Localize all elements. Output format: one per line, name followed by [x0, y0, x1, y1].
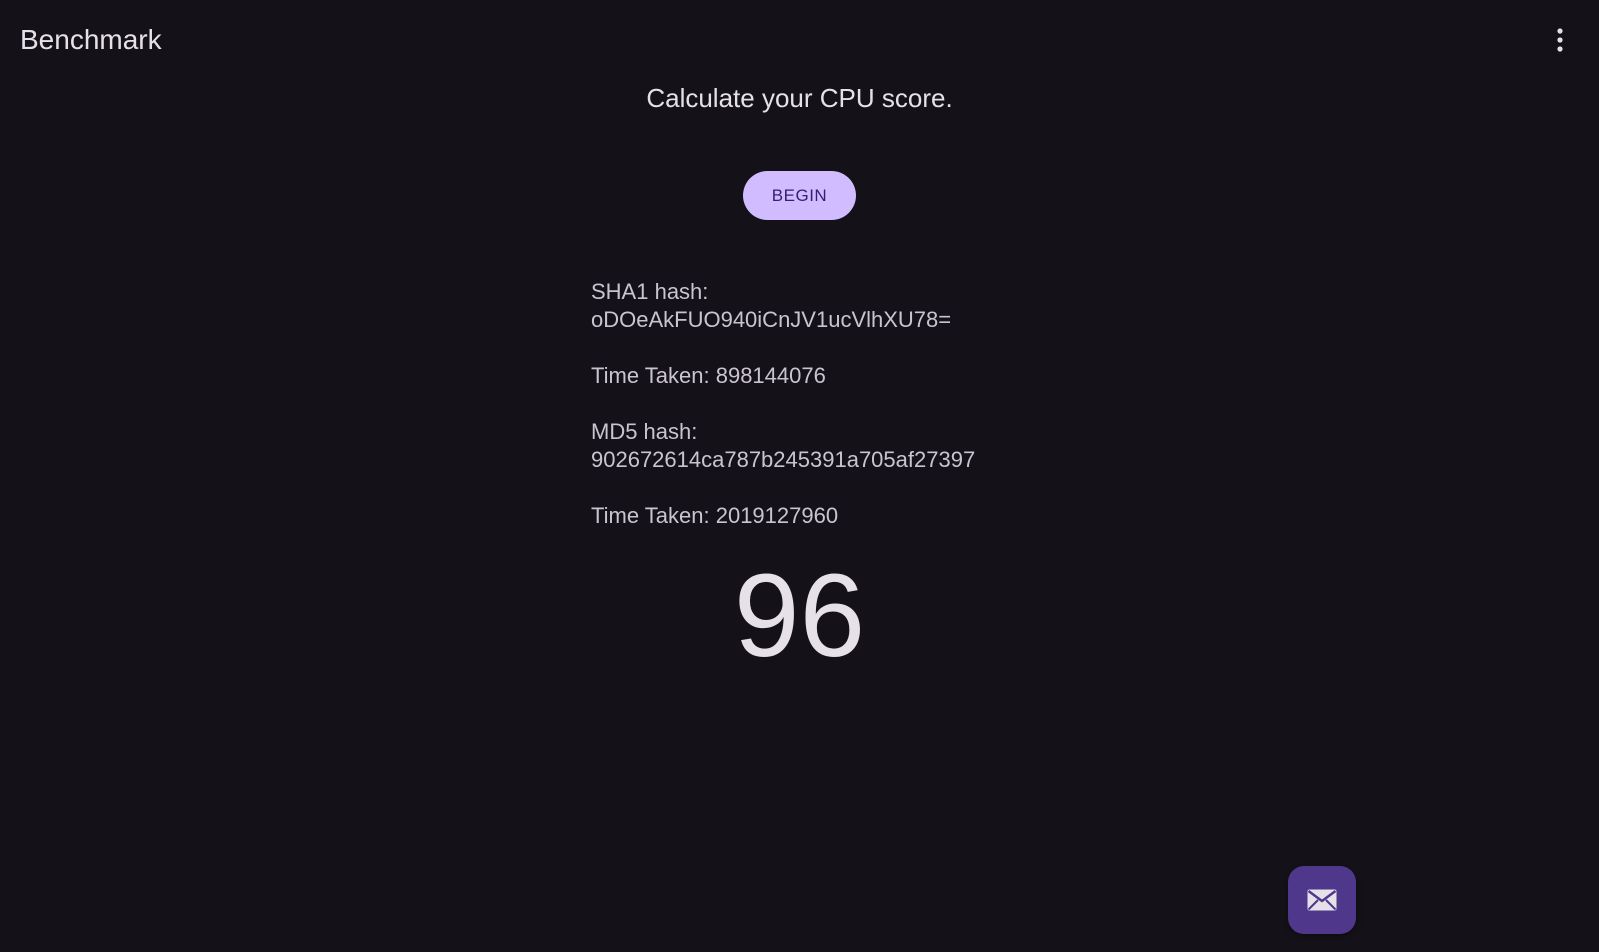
sha1-label: SHA1 hash:: [591, 279, 709, 304]
sha1-value: oDOeAkFUO940iCnJV1ucVlhXU78=: [591, 307, 952, 332]
md5-label: MD5 hash:: [591, 419, 698, 444]
cpu-score: 96: [733, 550, 866, 682]
begin-button[interactable]: BEGIN: [743, 171, 856, 220]
sha1-time-taken: Time Taken: 898144076: [591, 363, 826, 388]
more-options-button[interactable]: [1538, 18, 1582, 62]
md5-time-taken: Time Taken: 2019127960: [591, 503, 839, 528]
app-title: Benchmark: [20, 24, 162, 55]
more-vert-icon: [1557, 28, 1563, 52]
results-panel: SHA1 hash: oDOeAkFUO940iCnJV1ucVlhXU78= …: [591, 278, 1091, 530]
headline: Calculate your CPU score.: [646, 83, 953, 113]
email-icon: [1307, 889, 1337, 911]
email-fab-button[interactable]: [1288, 866, 1356, 934]
app-bar: Benchmark: [0, 0, 1599, 80]
md5-value: 902672614ca787b245391a705af27397: [591, 447, 976, 472]
